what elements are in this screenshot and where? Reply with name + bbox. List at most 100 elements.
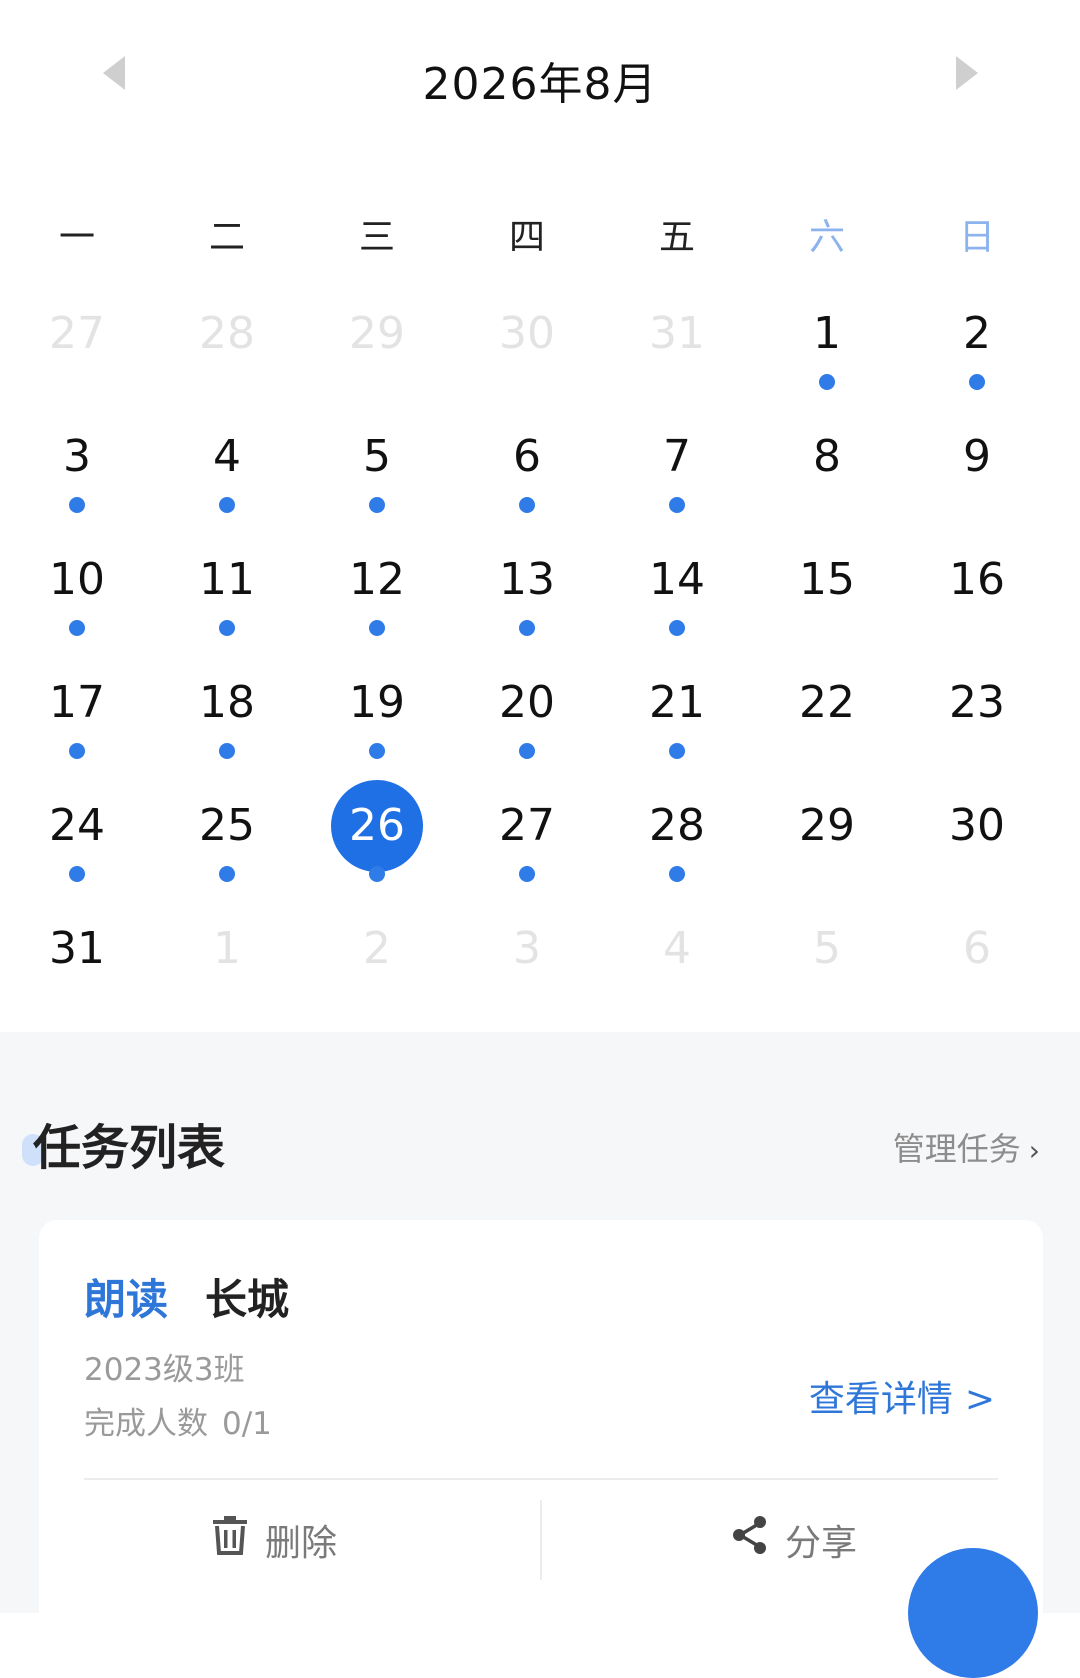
task-indicator-dot: [519, 743, 535, 759]
day-cell[interactable]: 19: [300, 659, 454, 785]
task-name: 长城: [205, 1275, 290, 1324]
manage-tasks-link[interactable]: 管理任务 ›: [893, 1124, 1040, 1170]
manage-tasks-label: 管理任务: [892, 1130, 1021, 1168]
task-header: 任务列表 管理任务 ›: [0, 1108, 1080, 1178]
share-label: 分享: [785, 1523, 858, 1564]
day-number: 17: [49, 677, 105, 728]
task-indicator-dot: [69, 866, 85, 882]
day-number: 27: [49, 308, 105, 359]
day-number: 28: [649, 800, 705, 851]
weekday-label-sunday: 日: [958, 217, 995, 258]
day-cell[interactable]: 21: [600, 659, 754, 785]
day-cell[interactable]: 27: [0, 290, 154, 416]
weekday-label-saturday: 六: [808, 217, 845, 258]
task-section: 任务列表 管理任务 › 朗读 长城 2023级3班 完成人数 0/1 查看详情 > 删…: [0, 1032, 1080, 1650]
day-cell[interactable]: 6: [450, 413, 604, 539]
day-number: 27: [499, 800, 555, 851]
day-cell[interactable]: 31: [0, 905, 154, 1031]
day-cell[interactable]: 23: [900, 659, 1054, 785]
day-number: 4: [663, 923, 691, 974]
day-cell[interactable]: 30: [900, 782, 1054, 908]
day-cell[interactable]: 4: [150, 413, 304, 539]
day-number: 22: [799, 677, 855, 728]
day-cell[interactable]: 31: [600, 290, 754, 416]
day-cell[interactable]: 30: [450, 290, 604, 416]
chevron-right-icon: ›: [1028, 1134, 1040, 1167]
day-number: 4: [213, 431, 241, 482]
day-cell[interactable]: 9: [900, 413, 1054, 539]
trash-icon: [213, 1516, 247, 1555]
weekday-label: 五: [658, 217, 695, 258]
day-cell[interactable]: 1: [750, 290, 904, 416]
day-cell[interactable]: 10: [0, 536, 154, 662]
day-cell[interactable]: 24: [0, 782, 154, 908]
day-cell[interactable]: 3: [0, 413, 154, 539]
task-indicator-dot: [969, 374, 985, 390]
day-number: 25: [199, 800, 255, 851]
day-cell[interactable]: 13: [450, 536, 604, 662]
floating-action-button[interactable]: [908, 1548, 1038, 1678]
day-cell[interactable]: 1: [150, 905, 304, 1031]
day-number: 6: [513, 431, 541, 482]
day-number: 26: [349, 800, 405, 851]
day-cell[interactable]: 29: [750, 782, 904, 908]
day-cell[interactable]: 2: [900, 290, 1054, 416]
share-button[interactable]: 分享: [729, 1508, 929, 1578]
task-indicator-dot: [369, 497, 385, 513]
task-indicator-dot: [819, 374, 835, 390]
day-cell[interactable]: 12: [300, 536, 454, 662]
day-cell[interactable]: 15: [750, 536, 904, 662]
delete-button[interactable]: 删除: [209, 1508, 409, 1578]
day-number: 10: [49, 554, 105, 605]
day-number: 19: [349, 677, 405, 728]
day-number: 3: [63, 431, 91, 482]
day-cell[interactable]: 14: [600, 536, 754, 662]
day-number: 20: [499, 677, 555, 728]
day-cell[interactable]: 25: [150, 782, 304, 908]
day-cell[interactable]: 4: [600, 905, 754, 1031]
share-icon: [733, 1516, 766, 1554]
day-number: 12: [349, 554, 405, 605]
day-cell[interactable]: 28: [150, 290, 304, 416]
day-number: 28: [199, 308, 255, 359]
day-cell[interactable]: 11: [150, 536, 304, 662]
task-indicator-dot: [519, 866, 535, 882]
task-indicator-dot: [69, 743, 85, 759]
task-indicator-dot: [369, 743, 385, 759]
day-cell[interactable]: 16: [900, 536, 1054, 662]
day-cell[interactable]: 17: [0, 659, 154, 785]
day-cell[interactable]: 27: [450, 782, 604, 908]
weekday-header: 一 二 三 四 五 六 日: [0, 208, 1080, 264]
day-cell[interactable]: 8: [750, 413, 904, 539]
day-number: 31: [649, 308, 705, 359]
delete-label: 删除: [265, 1523, 338, 1564]
day-number: 14: [649, 554, 705, 605]
day-number: 5: [363, 431, 391, 482]
task-indicator-dot: [369, 620, 385, 636]
day-cell[interactable]: 28: [600, 782, 754, 908]
day-cell[interactable]: 6: [900, 905, 1054, 1031]
day-cell-selected[interactable]: 26: [300, 780, 454, 908]
day-cell[interactable]: 18: [150, 659, 304, 785]
view-details-link[interactable]: 查看详情 >: [809, 1370, 995, 1422]
task-indicator-dot: [219, 743, 235, 759]
task-card[interactable]: 朗读 长城 2023级3班 完成人数 0/1 查看详情 > 删除 分享: [39, 1220, 1043, 1650]
day-number: 3: [513, 923, 541, 974]
day-cell[interactable]: 3: [450, 905, 604, 1031]
next-month-button[interactable]: [946, 50, 986, 96]
day-number: 1: [213, 923, 241, 974]
day-cell[interactable]: 2: [300, 905, 454, 1031]
day-number: 21: [649, 677, 705, 728]
day-cell[interactable]: 5: [300, 413, 454, 539]
month-header: 2026年8月: [0, 40, 1080, 110]
day-number: 6: [963, 923, 991, 974]
day-number: 23: [949, 677, 1005, 728]
task-indicator-dot: [669, 620, 685, 636]
day-cell[interactable]: 7: [600, 413, 754, 539]
day-cell[interactable]: 22: [750, 659, 904, 785]
weekday-label: 三: [358, 217, 395, 258]
day-cell[interactable]: 29: [300, 290, 454, 416]
day-cell[interactable]: 5: [750, 905, 904, 1031]
day-number: 2: [963, 308, 991, 359]
day-cell[interactable]: 20: [450, 659, 604, 785]
